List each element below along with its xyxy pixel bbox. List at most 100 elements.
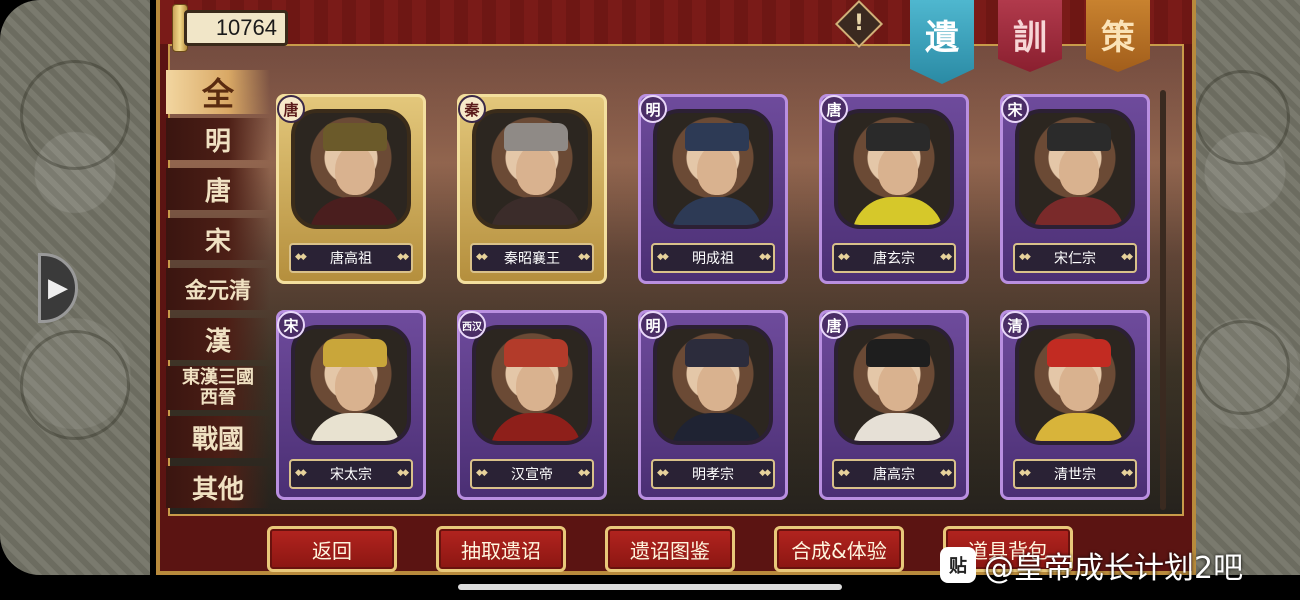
dragon-motif — [1195, 320, 1290, 415]
watermark-text: @皇帝成长计划2吧 — [984, 551, 1244, 586]
tab-flag-ce[interactable]: 策 — [1086, 0, 1150, 72]
portrait-crown — [323, 123, 387, 151]
portrait — [834, 325, 954, 445]
category-tang[interactable]: 唐 — [166, 168, 270, 210]
dynasty-badge: 宋 — [1001, 95, 1029, 123]
portrait-crown — [866, 123, 930, 151]
portrait-crown — [1047, 339, 1111, 367]
dynasty-badge: 明 — [639, 311, 667, 339]
portrait-crown — [685, 339, 749, 367]
emperor-name: 唐高宗 — [832, 459, 956, 489]
portrait-robe — [309, 197, 401, 225]
portrait — [653, 109, 773, 229]
category-all[interactable]: 全 — [166, 70, 270, 114]
play-arrow-icon: ▶ — [48, 273, 68, 303]
emperor-name: 明成祖 — [651, 243, 775, 273]
portrait-face — [878, 361, 918, 411]
portrait-face — [697, 361, 737, 411]
edict-card[interactable]: 宋宋仁宗 — [1000, 94, 1150, 284]
portrait-robe — [1033, 413, 1125, 441]
portrait-face — [335, 145, 375, 195]
emperor-name: 唐玄宗 — [832, 243, 956, 273]
dragon-motif — [20, 60, 130, 170]
portrait-crown — [866, 339, 930, 367]
category-zhanguo[interactable]: 戰國 — [166, 416, 270, 458]
emperor-name-label: 汉宣帝 — [511, 467, 553, 483]
category-ming[interactable]: 明 — [166, 118, 270, 160]
portrait — [472, 325, 592, 445]
dynasty-badge: 西汉 — [458, 311, 486, 339]
edict-card[interactable]: 唐唐高宗 — [819, 310, 969, 500]
draw-edict-button[interactable]: 抽取遗诏 — [436, 526, 566, 572]
portrait — [1015, 325, 1135, 445]
portrait-robe — [852, 197, 944, 225]
emperor-name: 秦昭襄王 — [470, 243, 594, 273]
edict-card[interactable]: 明明成祖 — [638, 94, 788, 284]
portrait-crown — [323, 339, 387, 367]
dragon-motif — [1195, 70, 1290, 165]
dynasty-badge: 唐 — [820, 95, 848, 123]
portrait-face — [697, 145, 737, 195]
emperor-name-label: 唐玄宗 — [873, 251, 915, 267]
emperor-name: 汉宣帝 — [470, 459, 594, 489]
portrait-face — [516, 145, 556, 195]
portrait — [291, 325, 411, 445]
home-indicator[interactable] — [458, 584, 842, 590]
emperor-name: 唐高祖 — [289, 243, 413, 273]
category-han[interactable]: 漢 — [166, 318, 270, 360]
dynasty-badge: 清 — [1001, 311, 1029, 339]
portrait — [472, 109, 592, 229]
dynasty-badge: 宋 — [277, 311, 305, 339]
emperor-name-label: 宋仁宗 — [1054, 251, 1096, 267]
portrait-robe — [671, 197, 763, 225]
portrait-face — [1059, 361, 1099, 411]
back-button[interactable]: 返回 — [267, 526, 397, 572]
grid-scrollbar[interactable] — [1160, 90, 1166, 510]
edict-card[interactable]: 宋宋太宗 — [276, 310, 426, 500]
tab-flag-xun[interactable]: 訓 — [998, 0, 1062, 72]
portrait-face — [516, 361, 556, 411]
portrait-crown — [504, 339, 568, 367]
portrait-robe — [309, 413, 401, 441]
emperor-name-label: 明成祖 — [692, 251, 734, 267]
edict-card[interactable]: 唐唐高祖 — [276, 94, 426, 284]
portrait-face — [878, 145, 918, 195]
emperor-name-label: 秦昭襄王 — [504, 251, 560, 267]
portrait — [1015, 109, 1135, 229]
emperor-name-label: 清世宗 — [1054, 467, 1096, 483]
edict-card[interactable]: 西汉汉宣帝 — [457, 310, 607, 500]
tieba-logo-icon: 贴 — [940, 547, 976, 583]
game-screen: ▶ 10764 ! 遺 訓 策 全 明 唐 宋 金元清 漢 東漢三國西晉 戰國 … — [0, 0, 1300, 600]
category-donghan-sanguo-xijin[interactable]: 東漢三國西晉 — [166, 366, 270, 410]
tab-flag-yi[interactable]: 遺 — [910, 0, 974, 84]
emperor-name: 清世宗 — [1013, 459, 1137, 489]
portrait-robe — [490, 413, 582, 441]
edict-card[interactable]: 明明孝宗 — [638, 310, 788, 500]
edict-card[interactable]: 唐唐玄宗 — [819, 94, 969, 284]
portrait — [291, 109, 411, 229]
portrait — [653, 325, 773, 445]
portrait — [834, 109, 954, 229]
portrait-robe — [1033, 197, 1125, 225]
combine-experience-button[interactable]: 合成&体验 — [774, 526, 904, 572]
emperor-name: 宋仁宗 — [1013, 243, 1137, 273]
dynasty-badge: 明 — [639, 95, 667, 123]
emperor-name-label: 唐高祖 — [330, 251, 372, 267]
category-other[interactable]: 其他 — [166, 466, 270, 508]
emperor-name-label: 唐高宗 — [873, 467, 915, 483]
category-song[interactable]: 宋 — [166, 218, 270, 260]
category-jin-yuan-qing[interactable]: 金元清 — [166, 268, 270, 310]
portrait-crown — [685, 123, 749, 151]
edict-codex-button[interactable]: 遗诏图鉴 — [605, 526, 735, 572]
emperor-name: 宋太宗 — [289, 459, 413, 489]
emperor-name-label: 明孝宗 — [692, 467, 734, 483]
edict-card[interactable]: 清清世宗 — [1000, 310, 1150, 500]
currency-amount: 10764 — [215, 15, 277, 40]
currency-display: 10764 — [184, 10, 288, 46]
portrait-crown — [1047, 123, 1111, 151]
edict-card[interactable]: 秦秦昭襄王 — [457, 94, 607, 284]
dynasty-badge: 唐 — [277, 95, 305, 123]
dragon-motif — [20, 330, 130, 440]
dynasty-badge: 秦 — [458, 95, 486, 123]
portrait-robe — [852, 413, 944, 441]
